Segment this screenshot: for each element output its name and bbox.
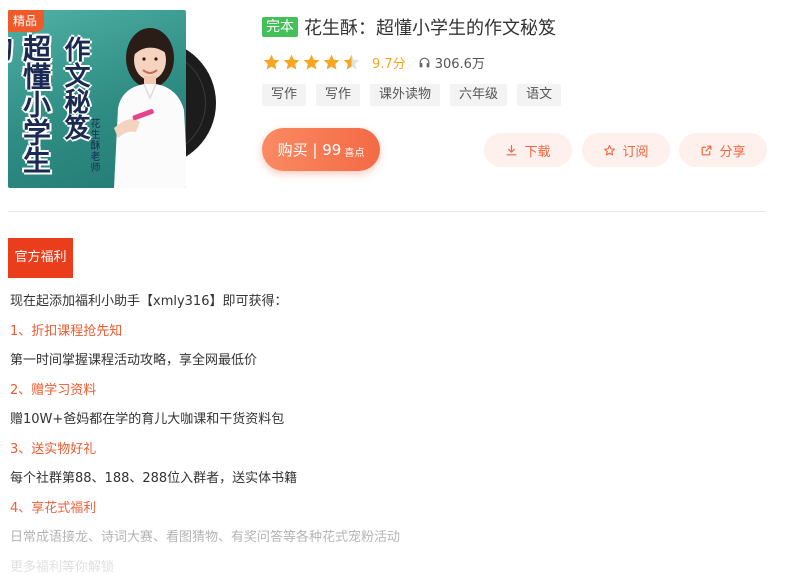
welfare-line: 每个社群第88、188、288位入群者，送实体书籍 [10, 471, 298, 486]
star-outline-icon [604, 144, 616, 156]
star-icon [283, 54, 300, 70]
welfare-heading: 4、享花式福利 [10, 500, 97, 516]
star-rating [262, 53, 362, 72]
official-welfare-label: 官方福利 [8, 238, 73, 278]
tag-item[interactable]: 写作 [262, 84, 307, 106]
welfare-heading: 1、折扣课程抢先知 [10, 323, 123, 339]
share-button[interactable]: 分享 [679, 133, 767, 167]
star-icon [303, 54, 320, 70]
download-button[interactable]: 下载 [484, 133, 572, 167]
album-cover-area[interactable]: 超懂小学生的 作文秘笈 [8, 10, 216, 188]
subscribe-button[interactable]: 订阅 [582, 133, 670, 167]
tag-item[interactable]: 课外读物 [370, 84, 441, 106]
welfare-line: 现在起添加福利小助手【xmly316】即可获得： [10, 294, 288, 309]
premium-badge: 精品 [8, 10, 45, 32]
welfare-line: 更多福利等你解锁 [10, 559, 115, 575]
download-icon [507, 144, 517, 155]
half-star-icon [343, 54, 360, 70]
section-divider [8, 211, 766, 212]
title-row: 完本 花生酥：超懂小学生的作文秘笈 [262, 14, 556, 40]
external-share-icon [702, 145, 712, 155]
album-title: 花生酥：超懂小学生的作文秘笈 [304, 18, 556, 39]
album-cover[interactable]: 超懂小学生的 作文秘笈 [8, 10, 186, 188]
download-label: 下载 [524, 144, 551, 160]
album-detail-page: 超懂小学生的 作文秘笈 [0, 0, 800, 575]
welfare-line: 赠10W+爸妈都在学的育儿大咖课和干货资料包 [10, 412, 285, 427]
tag-item[interactable]: 六年级 [450, 84, 508, 106]
welfare-heading: 2、赠学习资料 [10, 382, 97, 398]
cover-author-text: 花生酥老师 [88, 118, 99, 173]
buy-button[interactable]: 购买 | 99 喜点 [262, 128, 380, 171]
tag-item[interactable]: 写作 [316, 84, 361, 106]
share-label: 分享 [719, 144, 746, 160]
buy-button-label: 购买 | 99 [277, 141, 342, 159]
welfare-text: 现在起添加福利小助手【xmly316】即可获得： 1、折扣课程抢先知 第一时间掌… [10, 291, 770, 575]
star-icon [323, 54, 340, 70]
play-count: 306.6万 [418, 53, 485, 72]
welfare-heading: 3、送实物好礼 [10, 441, 97, 457]
star-icon [263, 54, 280, 70]
subscribe-label: 订阅 [622, 144, 649, 160]
buy-button-unit: 喜点 [344, 147, 365, 159]
rating-row: 9.7分 306.6万 [262, 53, 485, 72]
rating-score: 9.7分 [372, 57, 406, 72]
completed-tag: 完本 [262, 17, 298, 37]
play-count-value: 306.6万 [434, 57, 485, 72]
welfare-line: 第一时间掌握课程活动攻略，享全网最低价 [10, 353, 258, 368]
tag-list: 写作 写作 课外读物 六年级 语文 [262, 84, 571, 106]
welfare-line: 日常成语接龙、诗词大赛、看图猜物、有奖问答等各种花式宠粉活动 [10, 530, 401, 545]
headphone-icon [419, 57, 430, 68]
cover-teacher-illustration [114, 28, 186, 188]
tag-item[interactable]: 语文 [517, 84, 562, 106]
cover-title-left: 超懂小学生的 [8, 34, 52, 174]
